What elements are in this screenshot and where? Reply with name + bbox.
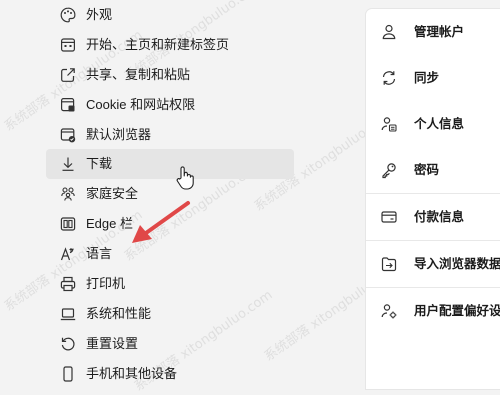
sidebar-item-reset-settings[interactable]: 重置设置 [46,329,294,359]
site-permissions-icon [59,96,77,114]
sidebar-item-printers[interactable]: 打印机 [46,269,294,299]
sidebar-item-label: 下载 [86,156,113,171]
sidebar-item-label: Cookie 和网站权限 [86,97,196,112]
personal-info-row[interactable]: 个人信息 [366,101,500,147]
sync-icon [380,69,398,87]
import-browser-data-row[interactable]: 导入浏览器数据 [366,241,500,287]
panel-row-label: 同步 [414,71,440,85]
passwords-row[interactable]: 密码 [366,147,500,193]
hand-cursor-icon [174,165,196,191]
sidebar-item-phone-devices[interactable]: 手机和其他设备 [46,359,294,389]
sidebar-item-label: 手机和其他设备 [86,366,178,381]
sidebar-item-system-performance[interactable]: 系统和性能 [46,299,294,329]
card-icon [380,208,398,226]
download-icon [59,155,77,173]
sidebar-item-label: 默认浏览器 [86,127,152,142]
sidebar-item-appearance[interactable]: 外观 [46,0,294,30]
person-icon [380,23,398,41]
default-browser-icon [59,126,77,144]
sidebar-item-default-browser[interactable]: 默认浏览器 [46,120,294,150]
panel-row-label: 用户配置偏好设置 [414,304,500,318]
key-icon [380,161,398,179]
payment-info-row[interactable]: 付款信息 [366,194,500,240]
annotation-arrow [120,195,200,250]
panel-row-label: 付款信息 [414,210,465,224]
sidebar-item-start-home-newtab[interactable]: 开始、主页和新建标签页 [46,30,294,60]
profile-prefs-icon [380,302,398,320]
sidebar-item-label: 打印机 [86,276,126,291]
import-icon [380,255,398,273]
sync-row[interactable]: 同步 [366,55,500,101]
panel-row-label: 管理帐户 [414,25,465,39]
sidebar-item-label: 重置设置 [86,336,139,351]
sidebar-item-label: 开始、主页和新建标签页 [86,37,230,52]
language-icon [59,245,77,263]
panel-row-label: 导入浏览器数据 [414,257,500,271]
new-tab-icon [59,36,77,54]
sidebar-item-label: 共享、复制和粘贴 [86,67,191,82]
edge-bar-icon [59,215,77,233]
profile-preferences-row[interactable]: 用户配置偏好设置 [366,288,500,334]
panel-row-label: 密码 [414,163,440,177]
manage-account-row[interactable]: 管理帐户 [366,9,500,55]
sidebar-item-downloads[interactable]: 下载 [46,149,294,179]
sidebar-item-label: 外观 [86,7,113,22]
sidebar-item-label: 语言 [86,246,113,261]
palette-icon [59,6,77,24]
laptop-icon [59,305,77,323]
phone-icon [59,365,77,383]
printer-icon [59,275,77,293]
personal-info-icon [380,115,398,133]
profile-panel: 管理帐户 同步 个人信息 密码 付款信息 导入浏览器数据 用户配置偏好设 [366,9,500,389]
reset-icon [59,335,77,353]
panel-row-label: 个人信息 [414,117,465,131]
sidebar-item-cookie-permissions[interactable]: Cookie 和网站权限 [46,90,294,120]
share-icon [59,66,77,84]
family-icon [59,185,77,203]
sidebar-item-share-copy-paste[interactable]: 共享、复制和粘贴 [46,60,294,90]
sidebar-item-label: 系统和性能 [86,306,152,321]
